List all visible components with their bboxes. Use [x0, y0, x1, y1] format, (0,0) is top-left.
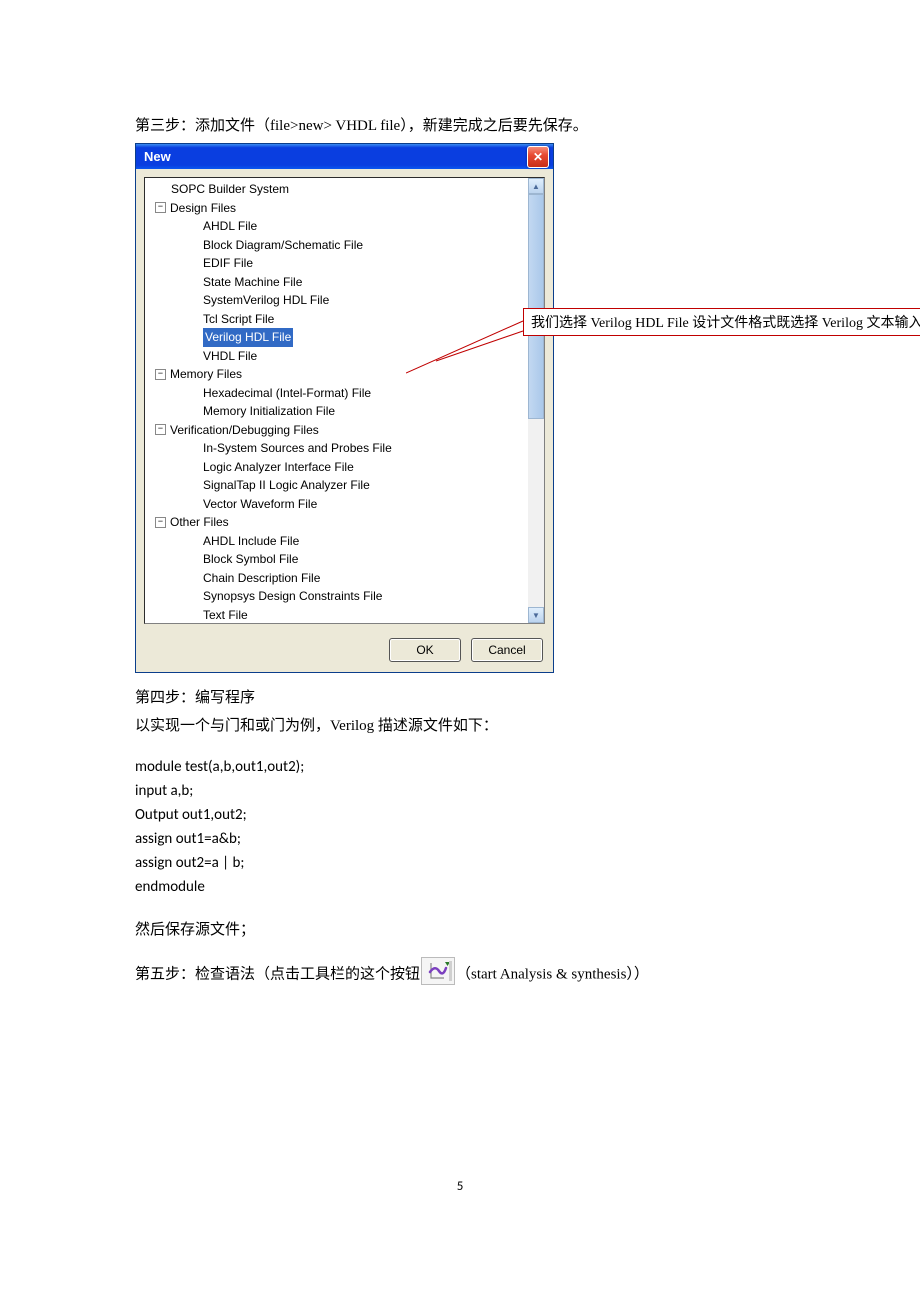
- tree-item-verilog[interactable]: Verilog HDL File: [147, 328, 544, 347]
- tree-item[interactable]: Tcl Script File: [147, 310, 544, 329]
- step4-desc: 以实现一个与门和或门为例，Verilog 描述源文件如下：: [135, 715, 785, 737]
- step5-text: 第五步：检查语法（点击工具栏的这个按钮 （start Analysis & syn…: [135, 961, 785, 989]
- tree-item[interactable]: AHDL Include File: [147, 532, 544, 551]
- tree-item[interactable]: Logic Analyzer Interface File: [147, 458, 544, 477]
- tree-item[interactable]: Chain Description File: [147, 569, 544, 588]
- step3-text: 第三步：添加文件（file>new> VHDL file），新建完成之后要先保存…: [135, 115, 785, 137]
- step5-prefix: 第五步：检查语法（点击工具栏的这个按钮: [135, 966, 420, 982]
- tree-group-other[interactable]: −Other Files: [147, 513, 544, 532]
- tree-item[interactable]: EDIF File: [147, 254, 544, 273]
- tree-item[interactable]: SignalTap II Logic Analyzer File: [147, 476, 544, 495]
- tree-item[interactable]: Hexadecimal (Intel-Format) File: [147, 384, 544, 403]
- tree-item[interactable]: AHDL File: [147, 217, 544, 236]
- tree-item[interactable]: Block Symbol File: [147, 550, 544, 569]
- tree-group-verify[interactable]: −Verification/Debugging Files: [147, 421, 544, 440]
- callout-text: 我们选择 Verilog HDL File 设计文件格式既选择 Verilog …: [523, 308, 920, 336]
- tree-item[interactable]: In-System Sources and Probes File: [147, 439, 544, 458]
- step4-title: 第四步：编写程序: [135, 687, 785, 709]
- tree-group-memory[interactable]: −Memory Files: [147, 365, 544, 384]
- code-line: assign out1=a&b;: [135, 827, 785, 851]
- save-note: 然后保存源文件；: [135, 919, 785, 941]
- tree-item[interactable]: Vector Waveform File: [147, 495, 544, 514]
- new-file-dialog: New ✕ SOPC Builder System −Design Files …: [135, 143, 554, 673]
- scroll-down-icon[interactable]: ▼: [528, 607, 544, 623]
- ok-button[interactable]: OK: [389, 638, 461, 662]
- file-type-tree[interactable]: SOPC Builder System −Design Files AHDL F…: [144, 177, 545, 624]
- code-line: endmodule: [135, 875, 785, 899]
- code-line: assign out2=a | b;: [135, 851, 785, 875]
- code-line: Output out1,out2;: [135, 803, 785, 827]
- dialog-title: New: [144, 149, 527, 164]
- scroll-thumb[interactable]: [528, 194, 544, 419]
- page-number: 5: [135, 1179, 785, 1194]
- tree-item[interactable]: VHDL File: [147, 347, 544, 366]
- tree-item[interactable]: Block Diagram/Schematic File: [147, 236, 544, 255]
- dialog-titlebar: New ✕: [136, 144, 553, 169]
- scroll-up-icon[interactable]: ▲: [528, 178, 544, 194]
- tree-item[interactable]: Memory Initialization File: [147, 402, 544, 421]
- step5-suffix: （start Analysis & synthesis））: [456, 966, 649, 982]
- start-analysis-icon[interactable]: [421, 957, 455, 985]
- verilog-code: module test(a,b,out1,out2); input a,b; O…: [135, 755, 785, 899]
- tree-item[interactable]: State Machine File: [147, 273, 544, 292]
- code-line: module test(a,b,out1,out2);: [135, 755, 785, 779]
- code-line: input a,b;: [135, 779, 785, 803]
- tree-item[interactable]: Text File: [147, 606, 544, 625]
- tree-item[interactable]: SystemVerilog HDL File: [147, 291, 544, 310]
- scrollbar[interactable]: ▲ ▼: [528, 178, 544, 623]
- cancel-button[interactable]: Cancel: [471, 638, 543, 662]
- close-icon[interactable]: ✕: [527, 146, 549, 168]
- tree-item[interactable]: SOPC Builder System: [147, 180, 544, 199]
- tree-item[interactable]: Synopsys Design Constraints File: [147, 587, 544, 606]
- tree-group-design[interactable]: −Design Files: [147, 199, 544, 218]
